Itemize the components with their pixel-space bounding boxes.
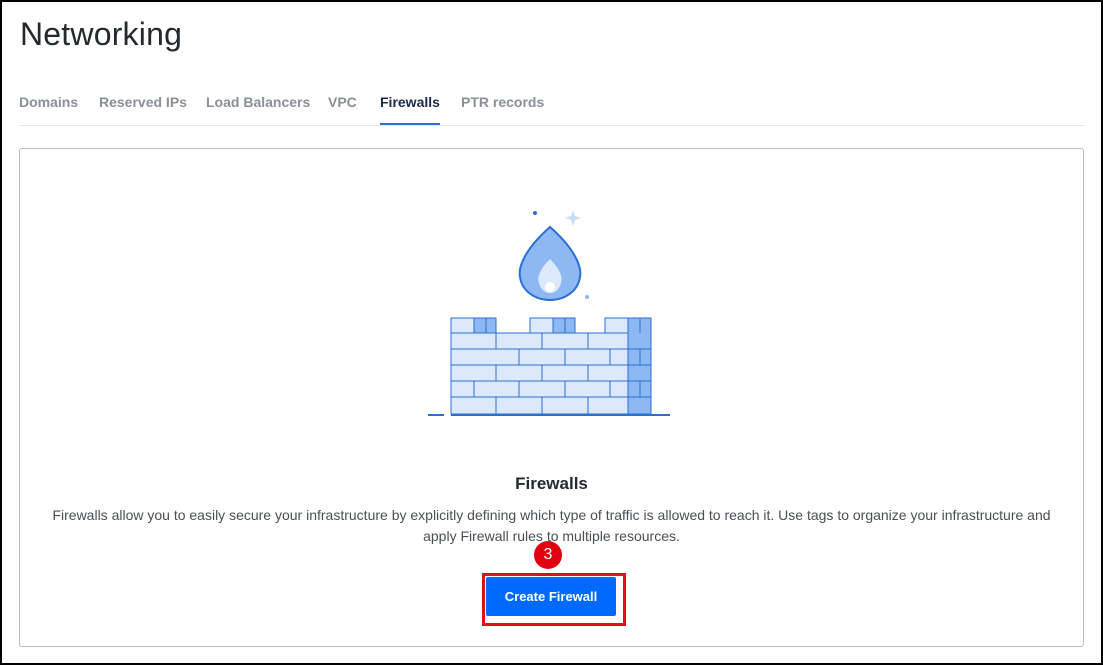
empty-state-title: Firewalls [515,474,588,493]
wall-body [450,332,652,415]
battlement [604,317,629,334]
battlement [450,317,475,334]
step-badge: 3 [534,541,562,569]
tab-load-balancers[interactable]: Load Balancers [206,94,310,123]
tab-ptr-records[interactable]: PTR records [461,94,544,123]
battlement [529,317,554,334]
tab-firewalls[interactable]: Firewalls [380,94,440,125]
sparkle-dot [585,295,589,299]
create-firewall-button[interactable]: Create Firewall [486,577,616,616]
battlement [473,317,497,334]
firewalls-empty-state: Firewalls Firewalls allow you to easily … [19,148,1084,647]
sparkle-star [565,210,581,226]
tab-reserved-ips[interactable]: Reserved IPs [99,94,187,123]
tab-vpc[interactable]: VPC [328,94,357,123]
firewall-illustration-icon [428,210,670,416]
flame-core [545,282,555,292]
sparkle-dot [533,211,537,215]
tab-bar: Domains Reserved IPs Load Balancers VPC … [19,94,1085,126]
battlement [552,317,576,334]
page-title: Networking [20,16,183,52]
tab-domains[interactable]: Domains [19,94,78,123]
screenshot-frame: Networking Domains Reserved IPs Load Bal… [0,0,1103,665]
